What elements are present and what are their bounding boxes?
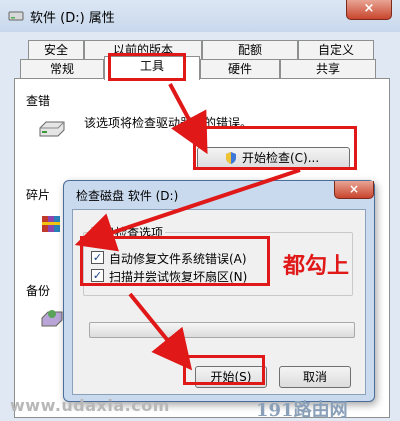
annotation-text: 都勾上 bbox=[283, 253, 350, 279]
close-button[interactable]: × bbox=[346, 0, 392, 20]
backup-icon bbox=[41, 310, 63, 327]
backup-caption: 备份 bbox=[26, 282, 51, 299]
options-highlight bbox=[80, 236, 270, 286]
tools-tab-highlight bbox=[108, 53, 186, 81]
defrag-caption: 碎片 bbox=[26, 186, 51, 203]
progress-bar bbox=[89, 322, 355, 338]
error-check-caption: 查错 bbox=[26, 92, 51, 109]
tab-security[interactable]: 安全 bbox=[28, 40, 84, 60]
dialog-close-button[interactable]: × bbox=[334, 181, 374, 199]
tab-general[interactable]: 常规 bbox=[20, 59, 104, 79]
tab-quota[interactable]: 配额 bbox=[202, 40, 298, 60]
drive-icon bbox=[8, 11, 24, 21]
start-button-highlight bbox=[183, 355, 265, 385]
tab-sharing[interactable]: 共享 bbox=[280, 59, 376, 79]
tab-customize[interactable]: 自定义 bbox=[298, 40, 374, 60]
tab-hardware[interactable]: 硬件 bbox=[200, 59, 280, 79]
defrag-icon bbox=[42, 216, 60, 232]
window-title: 软件 (D:) 属性 bbox=[30, 11, 115, 26]
title-bar: 软件 (D:) 属性 bbox=[0, 0, 400, 32]
hard-drive-icon bbox=[39, 121, 65, 137]
cancel-button[interactable]: 取消 bbox=[279, 366, 351, 388]
watermark-right: 191路由网 bbox=[256, 400, 348, 421]
dialog-title: 检查磁盘 软件 (D:) bbox=[76, 189, 179, 203]
watermark-left: www.udaxia.com bbox=[10, 396, 170, 415]
start-check-highlight bbox=[193, 126, 357, 170]
